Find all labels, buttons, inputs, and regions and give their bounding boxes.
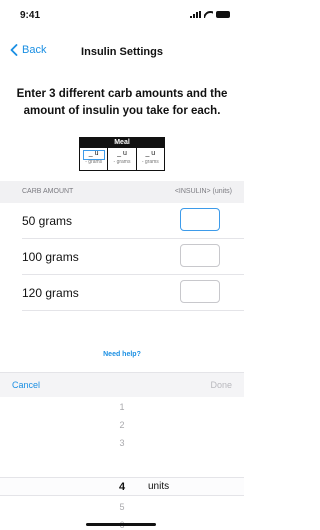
- need-help-link[interactable]: Need help?: [0, 351, 244, 358]
- status-time: 9:41: [20, 10, 41, 21]
- meal-cell: _ u - grams: [107, 148, 135, 170]
- meal-diagram: Meal _ u - grams _ u - grams _ u - grams: [79, 137, 165, 171]
- picker-option[interactable]: 1: [119, 402, 124, 412]
- meal-cell-insulin: _ u: [145, 150, 156, 157]
- carb-amount-label: 50 grams: [22, 214, 73, 228]
- wifi-icon: [204, 11, 213, 18]
- navigation-bar: Back Insulin Settings: [0, 40, 244, 64]
- battery-icon: [216, 11, 230, 18]
- carb-amount-header: CARB AMOUNT: [22, 188, 74, 195]
- instruction-heading: Enter 3 different carb amounts and the a…: [16, 88, 228, 117]
- cancel-button[interactable]: Cancel: [12, 380, 40, 390]
- home-indicator: [86, 523, 156, 526]
- meal-diagram-title: Meal: [79, 137, 165, 148]
- meal-cell: _ u - grams: [135, 148, 164, 170]
- picker-option[interactable]: 2: [119, 420, 124, 430]
- status-bar: 9:41: [0, 0, 244, 40]
- picker-option-selected[interactable]: 4: [119, 481, 125, 493]
- picker-unit-label: units: [148, 481, 170, 492]
- meal-cell-carbs: - grams: [113, 159, 131, 165]
- page-title: Insulin Settings: [81, 46, 163, 58]
- table-column-header: CARB AMOUNT <INSULIN> (units): [0, 181, 244, 203]
- row-divider: [22, 310, 244, 311]
- picker-option[interactable]: 5: [119, 502, 124, 512]
- cellular-signal-icon: [190, 11, 201, 18]
- carb-amount-label: 100 grams: [22, 250, 79, 264]
- carb-row-50: 50 grams: [0, 203, 244, 239]
- insulin-settings-screen: 9:41 Back Insulin Settings Enter 3 diffe…: [0, 0, 244, 530]
- insulin-input-field[interactable]: [180, 208, 220, 231]
- meal-cell: _ u - grams: [80, 148, 107, 170]
- done-button[interactable]: Done: [210, 380, 232, 390]
- carb-row-100: 100 grams: [0, 239, 244, 275]
- picker-toolbar: Cancel Done: [0, 372, 244, 397]
- picker-option[interactable]: 3: [119, 438, 124, 448]
- meal-cell-insulin: _ u: [117, 150, 127, 157]
- insulin-input-field[interactable]: [180, 244, 220, 267]
- meal-cell-carbs: - grams: [141, 159, 159, 165]
- insulin-input-field[interactable]: [180, 280, 220, 303]
- meal-cell-highlight: [83, 150, 105, 160]
- insulin-units-header: <INSULIN> (units): [174, 188, 232, 195]
- status-icons: [190, 11, 230, 18]
- carb-amount-label: 120 grams: [22, 286, 79, 300]
- carb-row-120: 120 grams: [0, 275, 244, 311]
